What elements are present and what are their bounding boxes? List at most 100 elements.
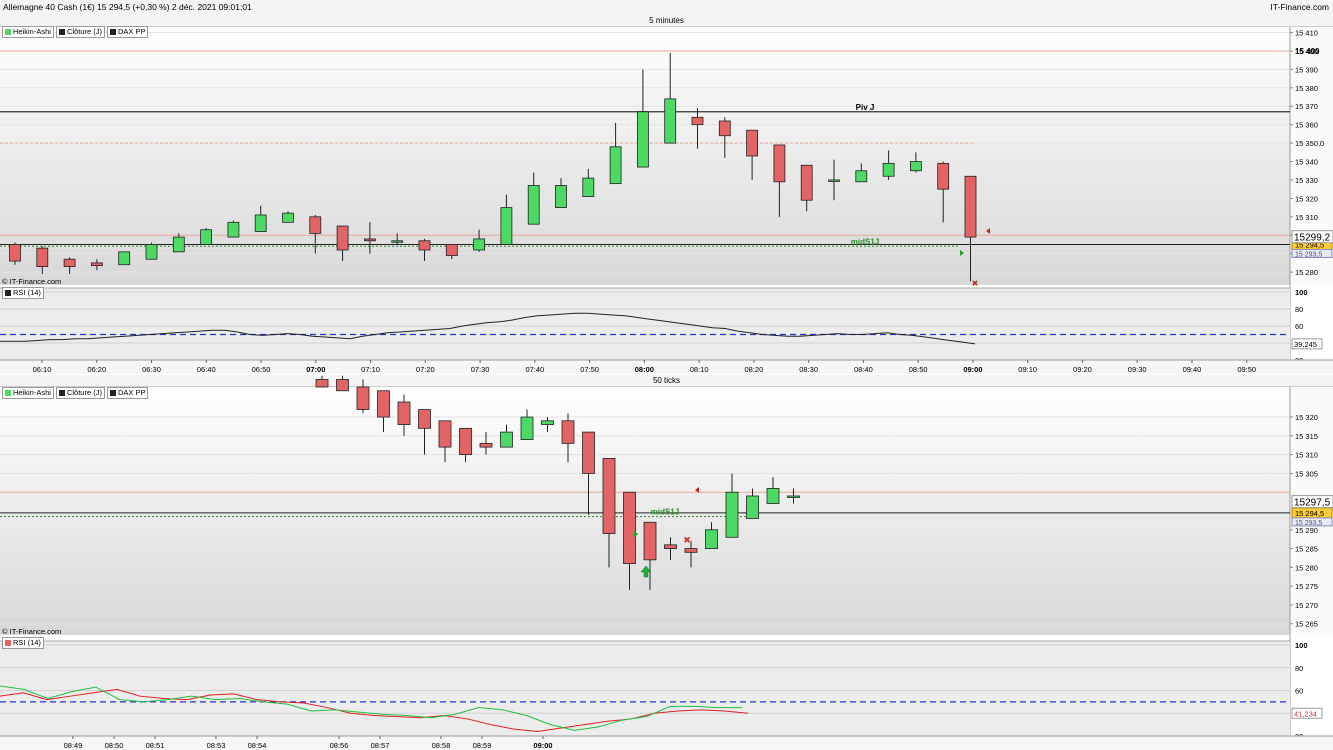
candle-down	[691, 116, 704, 126]
candle-down	[445, 244, 458, 256]
time-tick-label: 08:53	[207, 741, 226, 750]
watermark-top: © IT-Finance.com	[2, 277, 62, 286]
candle-up	[527, 185, 540, 225]
candle-down	[746, 129, 758, 157]
candle-down	[363, 238, 376, 242]
candle-up	[118, 251, 131, 266]
y-tick-label: 15 290	[1295, 526, 1318, 535]
rsi-value-label: 41,234	[1294, 709, 1317, 718]
candle-down	[315, 379, 329, 388]
candle-up	[227, 221, 240, 238]
candle-up	[882, 162, 895, 177]
legend-dax-pp[interactable]: DAX PP	[106, 26, 149, 38]
time-tick-label: 08:59	[473, 741, 492, 750]
time-tick-label: 08:57	[371, 741, 390, 750]
candle-down	[718, 120, 731, 137]
time-tick-label: 06:40	[197, 365, 216, 374]
current-price-label: 15 294,5	[1295, 509, 1324, 518]
time-tick-label: 06:10	[33, 365, 52, 374]
y-tick-label: 15 340	[1295, 158, 1318, 167]
candle-up	[609, 146, 622, 185]
chart-canvas[interactable]: 15 410 15 400 15 390 15 380 15 370 15 360 15 3…	[0, 0, 1333, 750]
time-tick-label: 09:30	[1128, 365, 1147, 374]
time-tick-label: 09:00	[533, 741, 552, 750]
candle-up	[254, 214, 267, 232]
pivot-label: Piv J	[856, 103, 875, 112]
candle-up	[541, 420, 554, 425]
time-tick-label: 08:54	[248, 741, 267, 750]
time-tick-label: 09:20	[1073, 365, 1092, 374]
legend-swatch	[109, 29, 116, 35]
legend-close[interactable]: Clôture (J)	[55, 26, 105, 38]
rsi-tick-label: 100	[1295, 288, 1308, 297]
time-axis-background	[0, 736, 1333, 750]
legend-rsi[interactable]: RSI (14)	[2, 637, 44, 649]
candle-down	[937, 162, 950, 190]
candle-down	[643, 521, 657, 561]
y-tick-label: 15 305	[1295, 469, 1318, 478]
legend-bottom: Heikin-Ashi Clôture (J) DAX PP	[2, 387, 149, 399]
candle-up	[746, 495, 759, 519]
time-tick-label: 09:40	[1183, 365, 1202, 374]
legend-heikin-ashi[interactable]: Heikin-Ashi	[2, 387, 54, 399]
mid-s1-label: midS1J	[651, 508, 679, 517]
time-tick-label: 06:50	[252, 365, 271, 374]
y-tick-label: 15 350,0	[1295, 139, 1324, 148]
watermark-bottom: © IT-Finance.com	[2, 627, 62, 636]
time-tick-label: 08:40	[854, 365, 873, 374]
candle-down	[964, 175, 977, 238]
y-tick-label: 15 380	[1295, 84, 1318, 93]
candle-up	[145, 244, 158, 260]
time-tick-label: 08:58	[432, 741, 451, 750]
y-tick-label: 15 310	[1295, 451, 1318, 460]
time-tick-label: 08:00	[635, 365, 654, 374]
candle-down	[602, 457, 616, 534]
candle-down	[438, 420, 452, 448]
candle-down	[479, 442, 493, 448]
legend-close[interactable]: Clôture (J)	[55, 387, 105, 399]
legend-swatch	[109, 390, 116, 396]
cross-marker-icon: ✖	[683, 535, 691, 545]
candle-down	[800, 164, 813, 201]
legend-rsi[interactable]: RSI (14)	[2, 287, 44, 299]
candle-down	[336, 225, 349, 251]
y-tick-label: 15 265	[1295, 620, 1318, 629]
candle-down	[582, 431, 595, 474]
candle-up	[725, 491, 739, 538]
candle-up	[582, 177, 595, 197]
candle-up	[500, 431, 513, 448]
y-tick-label: 15 280	[1295, 563, 1318, 572]
time-tick-label: 09:10	[1018, 365, 1037, 374]
rsi-tick-label: 100	[1295, 641, 1308, 650]
time-tick-label: 06:30	[142, 365, 161, 374]
time-tick-label: 09:50	[1237, 365, 1256, 374]
half-price-label: 15297,5	[1294, 498, 1331, 509]
legend-dax-pp[interactable]: DAX PP	[106, 387, 149, 399]
rsi-tick-label: 60	[1295, 322, 1303, 331]
y-tick-label: 15 270	[1295, 601, 1318, 610]
rsi-tick-label: 80	[1295, 664, 1303, 673]
candle-down	[561, 420, 575, 444]
top-price-label: 15 400	[1295, 47, 1320, 56]
candle-up	[500, 207, 513, 245]
mid-s1-label: midS1J	[851, 237, 879, 246]
candle-down	[377, 390, 390, 418]
time-tick-label: 07:30	[471, 365, 490, 374]
candle-up	[637, 111, 649, 168]
legend-heikin-ashi[interactable]: Heikin-Ashi	[2, 26, 54, 38]
candle-down	[418, 409, 431, 429]
time-tick-label: 07:50	[580, 365, 599, 374]
time-tick-label: 07:20	[416, 365, 435, 374]
candle-up	[200, 229, 213, 245]
candle-up	[391, 240, 404, 243]
y-tick-label: 15 320	[1295, 413, 1318, 422]
candle-down	[309, 216, 322, 234]
candle-down	[336, 379, 349, 392]
candle-up	[473, 238, 486, 251]
plot-background	[0, 387, 1290, 635]
y-tick-label: 15 310	[1295, 213, 1318, 222]
y-tick-label: 15 410	[1295, 29, 1318, 38]
time-tick-label: 07:10	[361, 365, 380, 374]
time-tick-label: 08:20	[744, 365, 763, 374]
rsi-tick-label: 60	[1295, 687, 1303, 696]
